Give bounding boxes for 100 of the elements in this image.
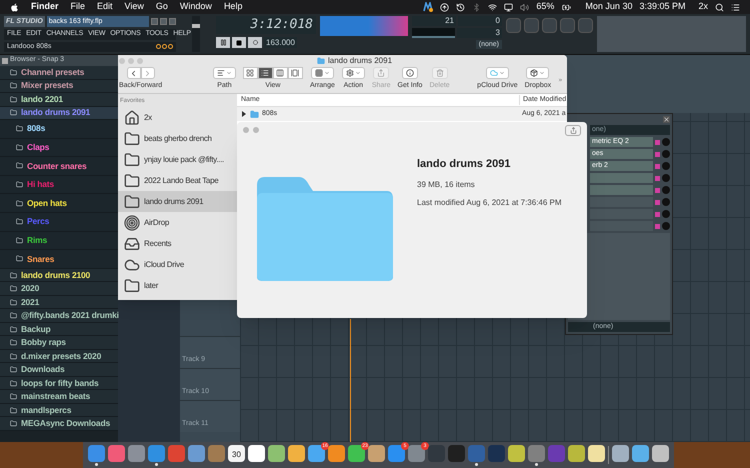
- browser-item[interactable]: Claps: [0, 138, 118, 158]
- app-icon[interactable]: [248, 444, 265, 462]
- sidebar-item[interactable]: ynjay louie pack @fifty....: [115, 149, 237, 170]
- toolbar-button[interactable]: [310, 67, 334, 80]
- menu-item[interactable]: Window: [180, 0, 212, 14]
- sidebar-item[interactable]: 2x: [115, 107, 237, 128]
- menu-item[interactable]: File: [70, 0, 86, 14]
- mute-led-icon[interactable]: [655, 224, 660, 228]
- bluetooth-icon[interactable]: [472, 2, 482, 12]
- browser-item[interactable]: mainstream beats: [0, 390, 118, 404]
- view-mode-button[interactable]: [258, 67, 273, 80]
- app-icon[interactable]: [588, 444, 605, 462]
- app-menu[interactable]: Finder: [31, 0, 59, 14]
- menu-item[interactable]: View: [124, 0, 144, 14]
- browser-item[interactable]: Open hats: [0, 194, 118, 213]
- toolbar-button[interactable]: [402, 67, 418, 80]
- mute-led-icon[interactable]: [655, 212, 660, 216]
- mute-led-icon[interactable]: [655, 164, 660, 168]
- display-icon[interactable]: [504, 2, 514, 12]
- view-mode-button[interactable]: [272, 67, 288, 80]
- window-toggle-button[interactable]: [560, 18, 575, 33]
- menu-time[interactable]: 3:39:05 PM: [639, 0, 686, 14]
- slider-thumb[interactable]: [192, 24, 200, 28]
- browser-item[interactable]: 2020: [0, 282, 118, 296]
- browser-item[interactable]: Counter snares: [0, 157, 118, 176]
- master-slider[interactable]: [192, 16, 200, 52]
- browser-item[interactable]: lando 2201: [0, 93, 118, 106]
- app-icon[interactable]: [288, 444, 305, 462]
- browser-item[interactable]: Channel presets: [0, 66, 118, 80]
- sidebar-item[interactable]: 2022 Lando Beat Tape: [115, 170, 237, 191]
- toolbar-button[interactable]: [342, 67, 365, 80]
- app-icon[interactable]: [612, 444, 629, 462]
- browser-item[interactable]: @fifty.bands 2021 drumki: [0, 309, 118, 323]
- menu-item[interactable]: Edit: [97, 0, 113, 14]
- m-logo-icon[interactable]: [423, 2, 434, 12]
- browser-item[interactable]: lando drums 2100: [0, 268, 118, 282]
- app-icon[interactable]: [652, 444, 669, 462]
- view-mode-button[interactable]: [242, 67, 258, 80]
- menu-item[interactable]: Go: [156, 0, 168, 14]
- window-toggle-button[interactable]: [542, 18, 557, 33]
- browser-item[interactable]: Rims: [0, 232, 118, 250]
- sidebar-item[interactable]: beats gherbo drench: [115, 128, 237, 149]
- browser-menu-icon[interactable]: [2, 58, 8, 64]
- app-icon[interactable]: [268, 444, 285, 462]
- more-icon[interactable]: [558, 76, 564, 84]
- menu-list-icon[interactable]: [731, 2, 740, 12]
- browser-item[interactable]: Bobby raps: [0, 336, 118, 350]
- mute-led-icon[interactable]: [655, 152, 660, 156]
- app-icon[interactable]: [632, 444, 649, 462]
- browser-item[interactable]: lando drums 2091: [0, 106, 118, 120]
- browser-item[interactable]: Snares: [0, 250, 118, 269]
- mute-led-icon[interactable]: [655, 176, 660, 180]
- toolbar-button[interactable]: [212, 67, 236, 80]
- browser-item[interactable]: MEGAsync Downloads: [0, 417, 118, 431]
- mute-led-icon[interactable]: [655, 140, 660, 144]
- stop-button[interactable]: [232, 37, 246, 48]
- upload-icon[interactable]: [440, 2, 450, 12]
- wifi-icon[interactable]: [488, 2, 498, 12]
- browser-item[interactable]: d.mixer presets 2020: [0, 350, 118, 364]
- search-icon[interactable]: [715, 2, 724, 12]
- window-toggle-button[interactable]: [506, 18, 521, 33]
- sidebar-item[interactable]: AirDrop: [115, 212, 237, 233]
- app-icon[interactable]: [368, 444, 385, 462]
- toolbar-button[interactable]: [526, 67, 550, 80]
- menu-date[interactable]: Mon Jun 30: [585, 0, 632, 14]
- menu-item[interactable]: Help: [224, 0, 242, 14]
- browser-item[interactable]: Backup: [0, 322, 118, 336]
- back-button[interactable]: [126, 67, 141, 80]
- folder-icon: [10, 380, 17, 386]
- browser-item[interactable]: Downloads: [0, 363, 118, 377]
- app-icon[interactable]: [508, 444, 525, 462]
- share-button[interactable]: [565, 124, 581, 136]
- window-toggle-button[interactable]: [578, 18, 593, 33]
- mute-led-icon[interactable]: [655, 188, 660, 192]
- disclosure-icon[interactable]: [242, 111, 246, 117]
- sidebar-item[interactable]: lando drums 2091: [115, 191, 237, 212]
- close-icon[interactable]: [663, 116, 670, 123]
- browser-item[interactable]: 2021: [0, 296, 118, 310]
- pause-button[interactable]: [216, 37, 230, 48]
- sidebar-item[interactable]: later: [115, 275, 237, 296]
- browser-item[interactable]: mandlspercs: [0, 404, 118, 418]
- sidebar-item[interactable]: Recents: [115, 233, 237, 254]
- browser-item[interactable]: 808s: [0, 120, 118, 139]
- volume-icon[interactable]: [520, 2, 530, 12]
- tempo-display[interactable]: 163.000: [264, 37, 297, 48]
- fullscreen-icon[interactable]: [253, 127, 259, 133]
- app-icon[interactable]: [328, 444, 345, 462]
- app-icon[interactable]: 30: [228, 444, 245, 462]
- window-toggle-button[interactable]: [524, 18, 539, 33]
- battery-icon[interactable]: [561, 2, 572, 12]
- app-icon[interactable]: [568, 444, 585, 462]
- sidebar-item[interactable]: iCloud Drive: [115, 254, 237, 275]
- clock-icon[interactable]: [456, 2, 466, 12]
- view-mode-button[interactable]: [288, 67, 303, 80]
- browser-item[interactable]: loops for fifty bands: [0, 376, 118, 390]
- browser-item[interactable]: Mixer presets: [0, 80, 118, 93]
- mute-led-icon[interactable]: [655, 200, 660, 204]
- apple-icon[interactable]: [10, 2, 19, 12]
- browser-item[interactable]: Hi hats: [0, 176, 118, 194]
- user-name[interactable]: 2x: [698, 0, 708, 14]
